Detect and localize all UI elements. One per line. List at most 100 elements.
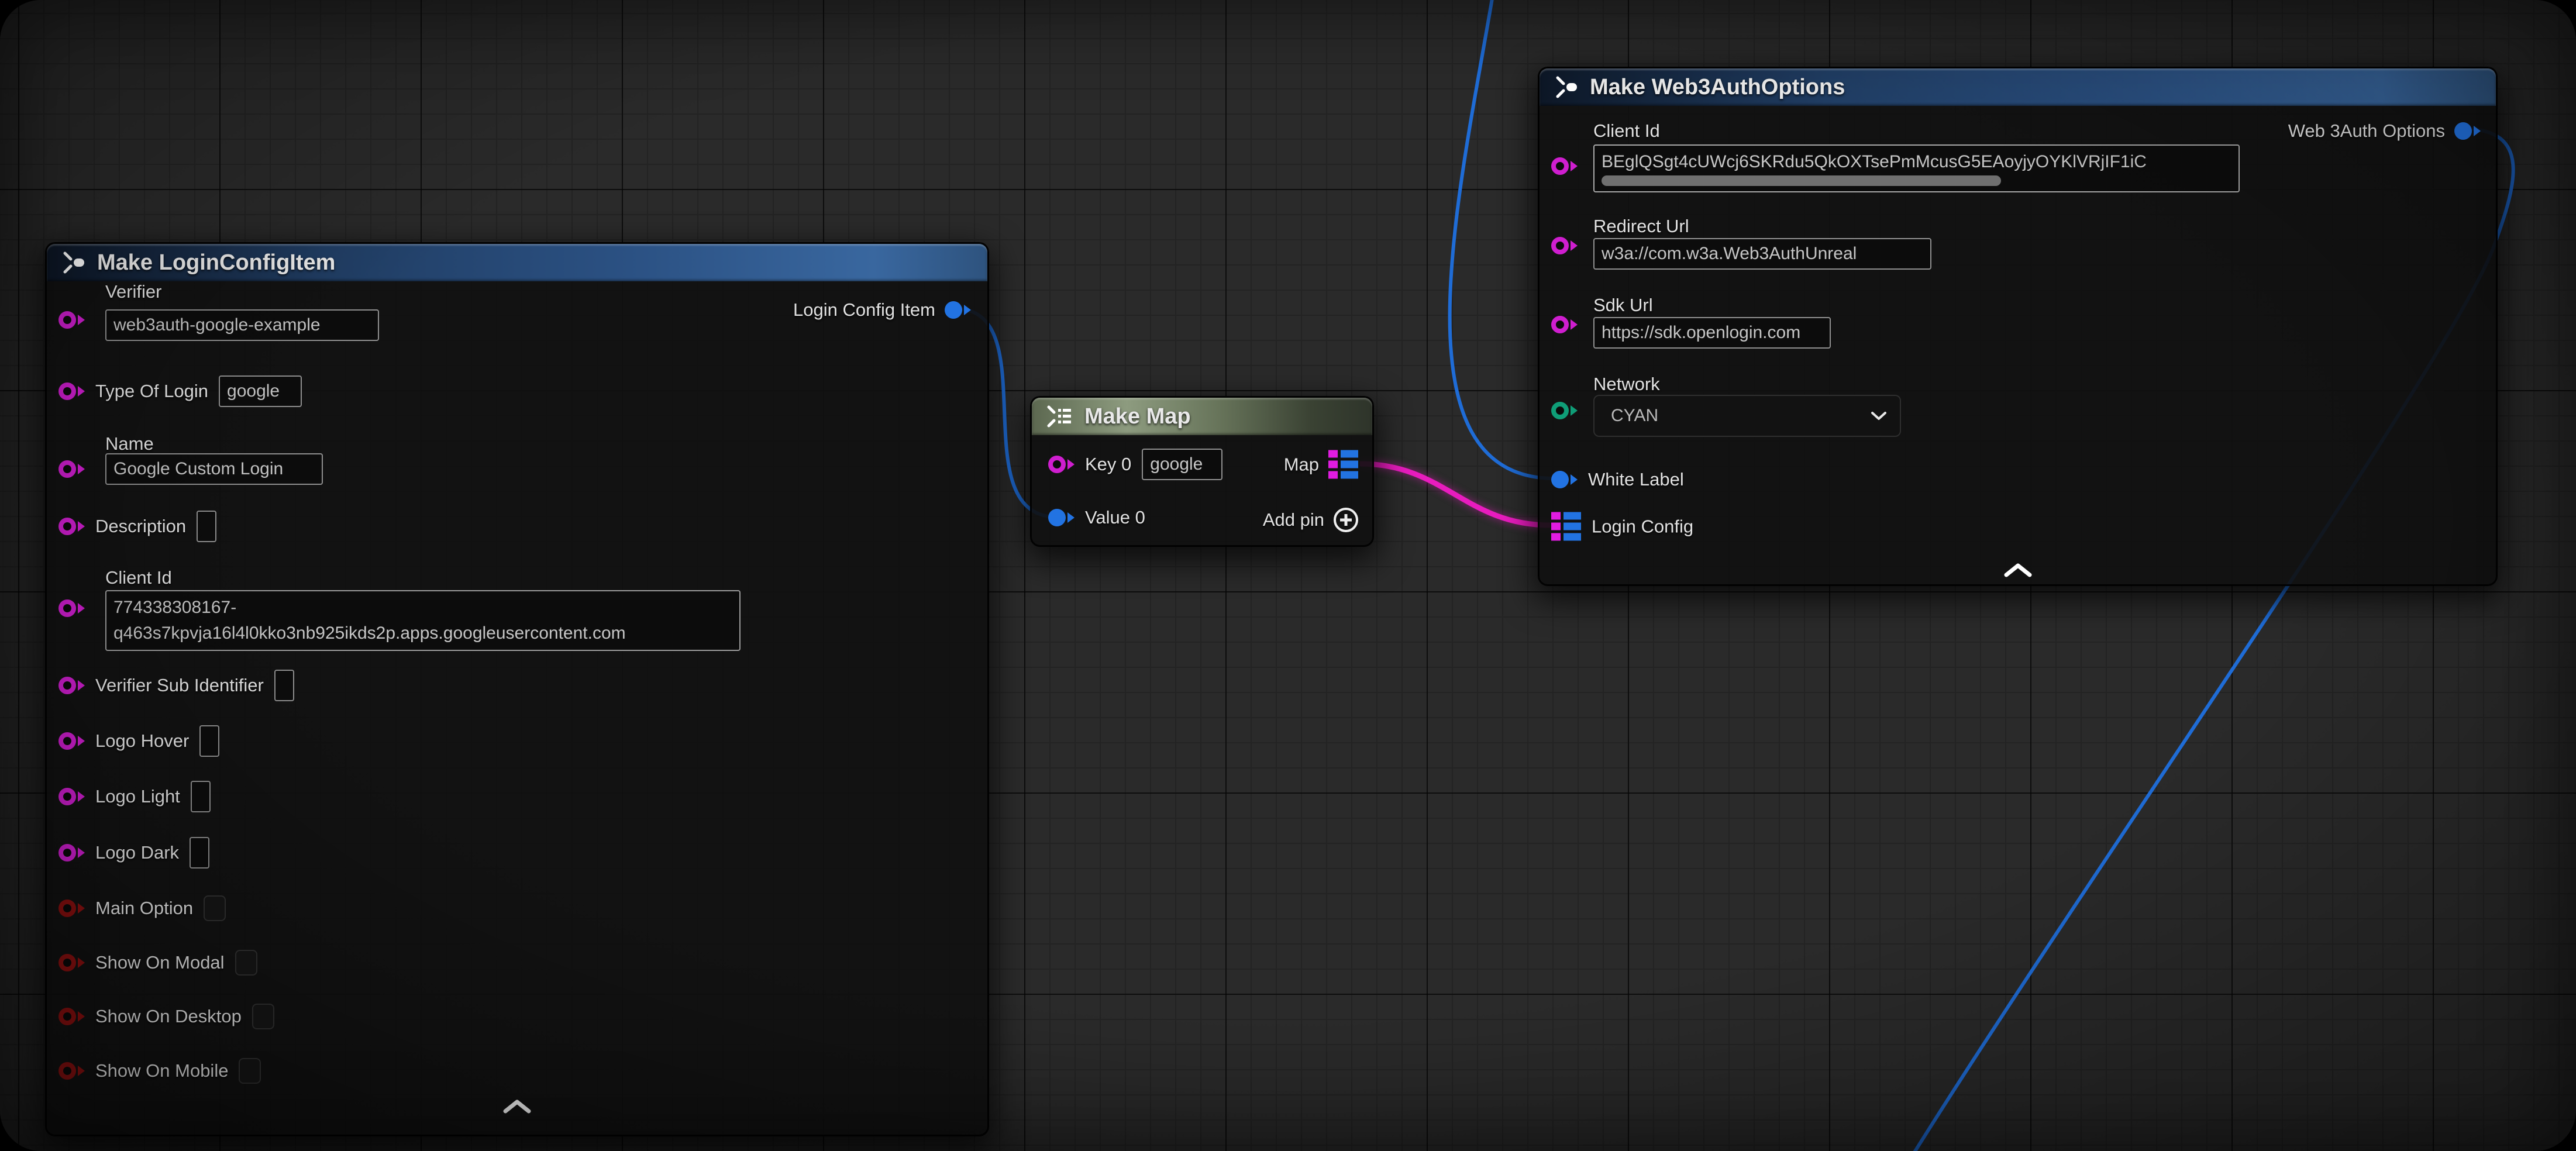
string-input-pin-name[interactable] bbox=[58, 460, 85, 478]
string-input-pin-redirect-url[interactable] bbox=[1551, 237, 1578, 254]
pin-label-white-label: White Label bbox=[1588, 469, 1684, 490]
key-0-input[interactable] bbox=[1142, 449, 1222, 480]
output-pin-label-map: Map bbox=[1284, 454, 1319, 475]
pin-label-login-config: Login Config bbox=[1592, 516, 1693, 537]
add-pin-button[interactable]: Add pin bbox=[1263, 508, 1358, 532]
node-make-map[interactable]: Make Map Key 0 Map Value 0 Add pin bbox=[1031, 397, 1373, 546]
struct-output-pin[interactable] bbox=[945, 301, 971, 319]
pin-label-description: Description bbox=[95, 516, 186, 537]
logo-hover-input[interactable] bbox=[199, 725, 219, 757]
output-web3auth-options[interactable]: Web 3Auth Options bbox=[2288, 120, 2481, 142]
node-title: Make Map bbox=[1084, 404, 1191, 429]
output-pin-label: Login Config Item bbox=[793, 299, 935, 321]
string-input-pin-client-id[interactable] bbox=[1551, 157, 1578, 175]
make-struct-icon bbox=[1552, 74, 1579, 101]
pin-label-show-on-desktop: Show On Desktop bbox=[95, 1006, 242, 1027]
main-option-checkbox[interactable] bbox=[204, 895, 226, 921]
struct-output-pin[interactable] bbox=[2454, 122, 2481, 140]
pin-label-main-option: Main Option bbox=[95, 898, 193, 919]
type-of-login-input[interactable] bbox=[219, 375, 302, 407]
pin-label-name: Name bbox=[105, 433, 154, 454]
row-verifier-sub-identifier: Verifier Sub Identifier bbox=[58, 670, 294, 701]
show-on-desktop-checkbox[interactable] bbox=[252, 1004, 274, 1029]
output-pin-label: Web 3Auth Options bbox=[2288, 120, 2445, 142]
pin-label-verifier: Verifier bbox=[105, 281, 161, 302]
string-input-pin-logo-dark[interactable] bbox=[58, 844, 85, 861]
row-login-config: Login Config bbox=[1551, 512, 1693, 541]
verifier-sub-identifier-input[interactable] bbox=[274, 670, 294, 701]
pin-label-logo-dark: Logo Dark bbox=[95, 842, 179, 863]
bool-input-pin-main-option[interactable] bbox=[58, 900, 85, 917]
struct-input-pin-white-label[interactable] bbox=[1551, 471, 1578, 488]
row-logo-light: Logo Light bbox=[58, 781, 211, 812]
node-make-loginconfigitem[interactable]: Make LoginConfigItem Login Config Item V… bbox=[46, 243, 989, 1136]
redirect-url-input[interactable] bbox=[1593, 238, 1931, 270]
client-id-value: BEglQSgt4cUWcj6SKRdu5QkOXTsePmMcusG5EAoy… bbox=[1602, 149, 2231, 175]
string-input-pin-client-id[interactable] bbox=[58, 599, 85, 617]
row-type-of-login: Type Of Login bbox=[58, 375, 302, 407]
string-input-pin-type-of-login[interactable] bbox=[58, 382, 85, 400]
row-main-option: Main Option bbox=[58, 895, 226, 921]
client-id-input[interactable]: 774338308167- q463s7kpvja16l4l0kko3nb925… bbox=[105, 590, 741, 651]
string-input-pin-logo-hover[interactable] bbox=[58, 732, 85, 750]
verifier-input[interactable] bbox=[105, 309, 379, 341]
pin-label-sdk-url: Sdk Url bbox=[1593, 295, 1653, 316]
chevron-down-icon bbox=[1871, 411, 1887, 421]
pin-label-show-on-modal: Show On Modal bbox=[95, 952, 225, 973]
blueprint-graph-canvas[interactable]: Make LoginConfigItem Login Config Item V… bbox=[0, 0, 2576, 1151]
output-login-config-item[interactable]: Login Config Item bbox=[793, 299, 971, 321]
bool-input-pin-show-on-modal[interactable] bbox=[58, 954, 85, 971]
string-input-pin-key-0[interactable] bbox=[1048, 456, 1075, 473]
client-id-input[interactable]: BEglQSgt4cUWcj6SKRdu5QkOXTsePmMcusG5EAoy… bbox=[1593, 144, 2240, 192]
collapse-chevron-icon[interactable] bbox=[2003, 563, 2033, 581]
network-dropdown[interactable]: CYAN bbox=[1593, 395, 1901, 437]
name-input[interactable] bbox=[105, 453, 323, 485]
node-make-web3authoptions[interactable]: Make Web3AuthOptions Client Id Web 3Auth… bbox=[1538, 67, 2497, 585]
add-pin-label: Add pin bbox=[1263, 509, 1324, 530]
row-logo-hover: Logo Hover bbox=[58, 725, 219, 757]
pin-label-type-of-login: Type Of Login bbox=[95, 381, 208, 402]
row-show-on-desktop: Show On Desktop bbox=[58, 1004, 274, 1029]
logo-dark-input[interactable] bbox=[190, 837, 209, 869]
collapse-chevron-icon[interactable] bbox=[502, 1099, 532, 1117]
pin-label-redirect-url: Redirect Url bbox=[1593, 216, 1689, 237]
description-input[interactable] bbox=[197, 511, 216, 542]
pin-label-verifier-sub-identifier: Verifier Sub Identifier bbox=[95, 675, 264, 696]
row-white-label: White Label bbox=[1551, 469, 1684, 490]
client-id-line2: q463s7kpvja16l4l0kko3nb925ikds2p.apps.go… bbox=[113, 621, 732, 646]
pin-label-show-on-mobile: Show On Mobile bbox=[95, 1060, 228, 1081]
output-map[interactable]: Map bbox=[1284, 450, 1358, 479]
pin-label-logo-hover: Logo Hover bbox=[95, 730, 189, 752]
client-id-horizontal-scrollbar[interactable] bbox=[1602, 175, 2001, 186]
pin-label-network: Network bbox=[1593, 374, 1660, 395]
string-input-pin-logo-light[interactable] bbox=[58, 788, 85, 805]
string-input-pin-sdk-url[interactable] bbox=[1551, 316, 1578, 333]
node-header[interactable]: Make LoginConfigItem bbox=[47, 244, 987, 281]
row-show-on-mobile: Show On Mobile bbox=[58, 1058, 261, 1084]
row-logo-dark: Logo Dark bbox=[58, 837, 209, 869]
row-value-0: Value 0 bbox=[1048, 507, 1145, 528]
string-input-pin-description[interactable] bbox=[58, 518, 85, 535]
add-pin-plus-icon[interactable] bbox=[1334, 508, 1358, 532]
node-header[interactable]: Make Web3AuthOptions bbox=[1540, 68, 2496, 106]
wire-offscreen-to-white-label[interactable] bbox=[1450, 0, 1551, 478]
network-selected-value: CYAN bbox=[1611, 406, 1658, 426]
pin-label-client-id: Client Id bbox=[105, 567, 172, 588]
string-input-pin-verifier[interactable] bbox=[58, 311, 85, 329]
sdk-url-input[interactable] bbox=[1593, 317, 1831, 349]
node-title: Make LoginConfigItem bbox=[97, 250, 335, 275]
make-struct-icon bbox=[60, 249, 87, 276]
map-output-pin[interactable] bbox=[1328, 450, 1358, 479]
map-input-pin-login-config[interactable] bbox=[1551, 512, 1581, 541]
show-on-modal-checkbox[interactable] bbox=[235, 950, 257, 976]
make-map-icon bbox=[1045, 403, 1074, 430]
bool-input-pin-show-on-mobile[interactable] bbox=[58, 1062, 85, 1080]
bool-input-pin-show-on-desktop[interactable] bbox=[58, 1008, 85, 1025]
node-header[interactable]: Make Map bbox=[1032, 398, 1372, 435]
enum-input-pin-network[interactable] bbox=[1551, 402, 1578, 419]
string-input-pin-verifier-sub-identifier[interactable] bbox=[58, 677, 85, 694]
logo-light-input[interactable] bbox=[191, 781, 211, 812]
row-show-on-modal: Show On Modal bbox=[58, 950, 257, 976]
show-on-mobile-checkbox[interactable] bbox=[239, 1058, 261, 1084]
struct-input-pin-value-0[interactable] bbox=[1048, 509, 1075, 526]
